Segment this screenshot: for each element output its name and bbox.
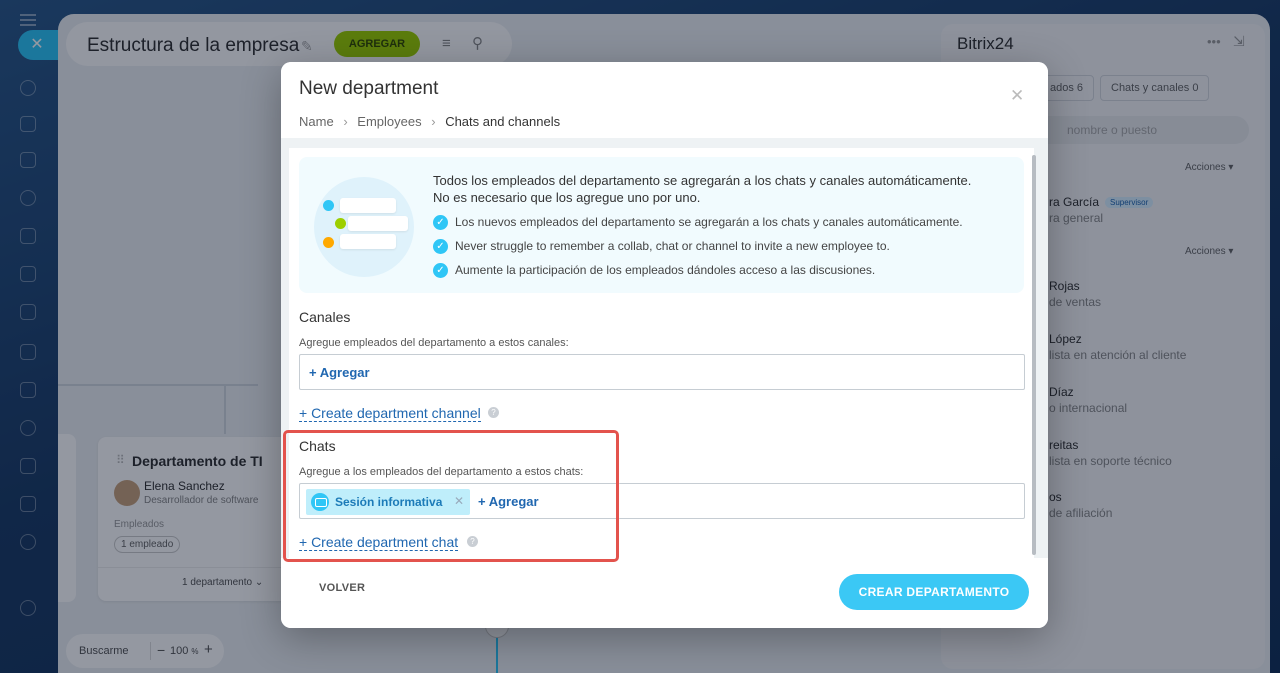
breadcrumb: Name › Employees › Chats and channels — [299, 114, 566, 129]
create-channel-link[interactable]: + Create department channel — [299, 405, 481, 422]
breadcrumb-employees[interactable]: Employees — [357, 114, 421, 129]
help-icon[interactable]: ? — [488, 407, 499, 418]
channels-title: Canales — [299, 309, 351, 325]
info-heading-line: No es necesario que los agregue uno por … — [433, 190, 701, 205]
chats-title: Chats — [299, 438, 336, 454]
channels-selector[interactable]: + Agregar — [299, 354, 1025, 390]
info-item: ✓ Los nuevos empleados del departamento s… — [433, 215, 963, 231]
back-button[interactable]: VOLVER — [319, 582, 365, 594]
remove-icon[interactable]: ✕ — [454, 494, 464, 508]
info-box: Todos los empleados del departamento se … — [299, 157, 1024, 293]
create-chat-link[interactable]: + Create department chat — [299, 534, 459, 551]
check-icon: ✓ — [433, 263, 448, 279]
selected-chat-tag: Sesión informativa ✕ — [306, 489, 470, 515]
check-icon: ✓ — [433, 215, 448, 231]
chats-selector[interactable]: Sesión informativa ✕ + Agregar — [299, 483, 1025, 519]
chevron-right-icon: › — [343, 114, 348, 129]
dialog-title: New department — [299, 78, 439, 99]
new-department-dialog: New department ✕ Name › Employees › Chat… — [281, 62, 1048, 628]
dialog-header: New department ✕ Name › Employees › Chat… — [281, 62, 1048, 138]
info-item-text: Los nuevos empleados del departamento se… — [455, 215, 963, 229]
create-department-button[interactable]: CREAR DEPARTAMENTO — [839, 574, 1029, 610]
close-icon[interactable]: ✕ — [1010, 86, 1024, 106]
add-chat-button[interactable]: + Agregar — [478, 494, 539, 509]
info-heading-line: Todos los empleados del departamento se … — [433, 173, 972, 188]
info-item: ✓ Never struggle to remember a collab, ch… — [433, 239, 890, 255]
add-channel-button[interactable]: + Agregar — [309, 365, 370, 380]
chevron-right-icon: › — [431, 114, 436, 129]
help-icon[interactable]: ? — [467, 536, 478, 547]
breadcrumb-chats-channels[interactable]: Chats and channels — [445, 114, 560, 129]
breadcrumb-name[interactable]: Name — [299, 114, 334, 129]
info-item-text: Aumente la participación de los empleado… — [455, 263, 876, 277]
info-heading: Todos los empleados del departamento se … — [433, 172, 1013, 206]
info-item: ✓ Aumente la participación de los emplead… — [433, 263, 876, 279]
scrollbar[interactable] — [1032, 155, 1036, 555]
chats-illustration — [314, 177, 414, 277]
channels-help: Agregue empleados del departamento a est… — [299, 337, 569, 349]
info-item-text: Never struggle to remember a collab, cha… — [455, 239, 890, 253]
chats-help: Agregue a los empleados del departamento… — [299, 466, 584, 478]
check-icon: ✓ — [433, 239, 448, 255]
dialog-footer: VOLVER CREAR DEPARTAMENTO — [281, 558, 1048, 628]
chat-name: Sesión informativa — [335, 495, 443, 509]
chat-icon — [311, 493, 329, 511]
